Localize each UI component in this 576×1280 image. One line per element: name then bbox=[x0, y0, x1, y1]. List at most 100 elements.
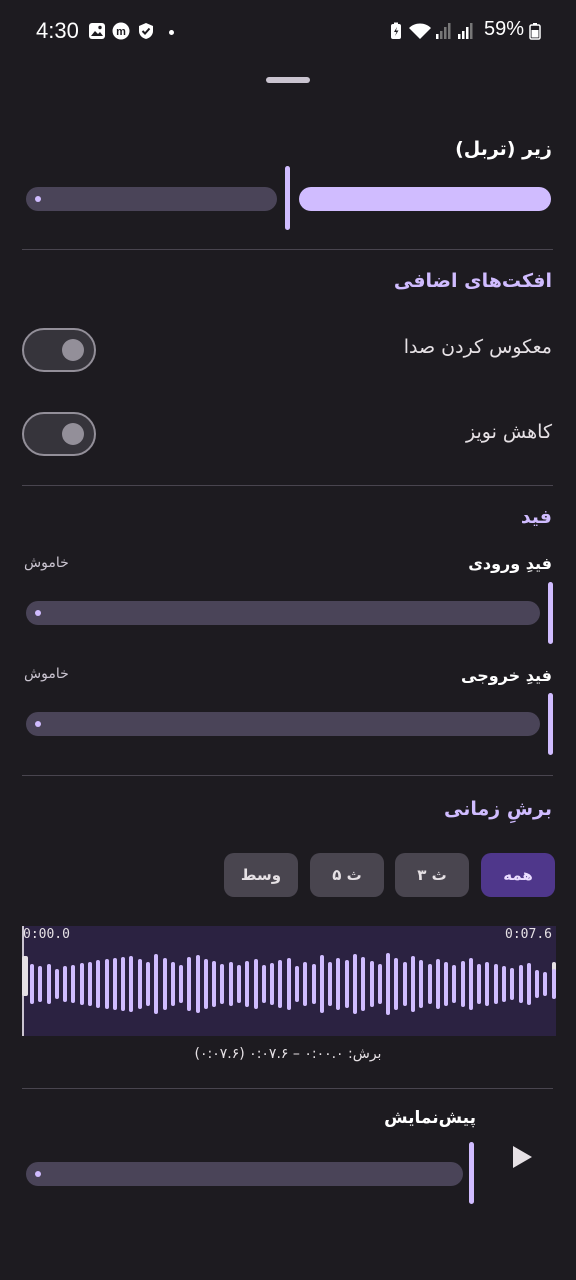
waveform-bar bbox=[220, 964, 225, 1004]
waveform-bar bbox=[361, 957, 366, 1011]
fade-out-stop-dot bbox=[35, 721, 41, 727]
waveform-bar bbox=[245, 961, 250, 1007]
fade-in-value: خاموش bbox=[24, 555, 69, 571]
waveform-bar bbox=[419, 960, 424, 1008]
treble-slider[interactable] bbox=[22, 166, 554, 230]
waveform-bar bbox=[518, 965, 523, 1003]
waveform-bar bbox=[526, 963, 531, 1005]
fade-in-track bbox=[26, 601, 540, 625]
divider bbox=[22, 485, 553, 486]
waveform-bar bbox=[179, 965, 184, 1003]
trim-start-handle[interactable] bbox=[22, 956, 28, 996]
waveform-bar bbox=[30, 964, 34, 1004]
divider bbox=[22, 249, 553, 250]
waveform-bar bbox=[79, 963, 84, 1005]
waveform-bar bbox=[551, 969, 556, 999]
fade-out-label: فیدِ خروجی bbox=[461, 666, 552, 685]
waveform-bar bbox=[278, 960, 283, 1008]
waveform-bar bbox=[228, 962, 233, 1006]
waveform-bar bbox=[295, 966, 299, 1002]
trim-chip-3s[interactable]: ۳ ث bbox=[395, 853, 469, 897]
waveform-bar bbox=[253, 959, 258, 1009]
waveform-bar bbox=[510, 968, 515, 1000]
trim-end-time: 0:07.6 bbox=[505, 927, 552, 942]
fade-in-thumb[interactable] bbox=[548, 582, 553, 644]
waveform[interactable] bbox=[22, 926, 556, 1036]
trim-title: برشِ زمانی bbox=[444, 798, 552, 820]
waveform-bar bbox=[319, 955, 324, 1013]
fade-out-thumb[interactable] bbox=[548, 693, 553, 755]
waveform-bar bbox=[543, 972, 548, 996]
waveform-bar bbox=[485, 962, 490, 1006]
trim-start-time: 0:00.0 bbox=[23, 927, 70, 942]
waveform-bar bbox=[311, 964, 316, 1004]
battery-icon bbox=[529, 23, 541, 40]
waveform-bar bbox=[493, 964, 498, 1004]
fade-in-stop-dot bbox=[35, 610, 41, 616]
fade-title: فید bbox=[520, 506, 552, 528]
waveform-bar bbox=[328, 962, 333, 1006]
reverse-switch[interactable] bbox=[22, 328, 96, 372]
signal-1-icon bbox=[436, 23, 451, 39]
battery-saver-icon bbox=[391, 22, 401, 39]
waveform-bar bbox=[87, 962, 92, 1006]
fade-in-slider[interactable] bbox=[22, 582, 554, 644]
waveform-bar bbox=[535, 970, 540, 998]
waveform-bar bbox=[402, 962, 407, 1006]
waveform-bar bbox=[212, 961, 217, 1007]
waveform-bar bbox=[344, 960, 349, 1008]
trim-chip-middle[interactable]: وسط bbox=[224, 853, 298, 897]
waveform-bar bbox=[427, 964, 432, 1004]
waveform-bar bbox=[71, 965, 76, 1003]
waveform-bar bbox=[104, 959, 109, 1009]
waveform-bar bbox=[129, 956, 134, 1012]
treble-slider-track bbox=[26, 187, 277, 211]
waveform-bar bbox=[145, 962, 150, 1006]
effects-title: افکت‌های اضافی bbox=[393, 270, 552, 292]
waveform-bar bbox=[460, 961, 465, 1007]
divider bbox=[22, 1088, 553, 1089]
waveform-bar bbox=[63, 966, 68, 1002]
waveform-bar bbox=[286, 958, 291, 1010]
sheet-drag-handle[interactable] bbox=[266, 77, 310, 83]
waveform-bar bbox=[477, 964, 482, 1004]
app-m-icon: m bbox=[112, 22, 130, 40]
fade-out-slider[interactable] bbox=[22, 693, 554, 755]
waveform-bar bbox=[154, 954, 159, 1014]
wifi-icon bbox=[409, 23, 431, 39]
waveform-bar bbox=[54, 969, 59, 999]
notification-dot-icon bbox=[169, 30, 174, 35]
play-icon[interactable] bbox=[510, 1144, 534, 1170]
divider bbox=[22, 775, 553, 776]
signal-2-icon bbox=[458, 23, 473, 39]
waveform-bar bbox=[203, 959, 208, 1009]
noise-reduction-switch[interactable] bbox=[22, 412, 96, 456]
treble-slider-thumb[interactable] bbox=[285, 166, 290, 230]
waveform-bar bbox=[187, 957, 192, 1011]
preview-thumb[interactable] bbox=[469, 1142, 474, 1204]
trim-chip-all[interactable]: همه bbox=[481, 853, 555, 897]
waveform-bar bbox=[352, 954, 357, 1014]
preview-track bbox=[26, 1162, 463, 1186]
trim-summary: برش: ۰:۰۰.۰ – ۰:۰۷.۶ (۰:۰۷.۶) bbox=[194, 1046, 382, 1062]
waveform-bar bbox=[468, 958, 473, 1010]
treble-slider-active bbox=[299, 187, 551, 211]
waveform-bar bbox=[237, 965, 242, 1003]
waveform-bar bbox=[444, 962, 449, 1006]
waveform-bar bbox=[394, 958, 399, 1010]
fade-out-value: خاموش bbox=[24, 666, 69, 682]
treble-slider-stop-dot bbox=[35, 196, 41, 202]
waveform-bar bbox=[96, 960, 101, 1008]
gallery-icon bbox=[89, 23, 105, 39]
reverse-label: معکوس کردن صدا bbox=[403, 336, 552, 358]
svg-text:m: m bbox=[116, 26, 126, 38]
battery-percent: 59% bbox=[483, 18, 524, 40]
waveform-bar bbox=[386, 953, 391, 1015]
preview-seek-slider[interactable] bbox=[22, 1142, 478, 1204]
waveform-bar bbox=[170, 962, 175, 1006]
waveform-bar bbox=[121, 957, 126, 1011]
waveform-bar bbox=[112, 958, 117, 1010]
status-time: 4:30 bbox=[36, 18, 79, 43]
trim-chip-5s[interactable]: ۵ ث bbox=[310, 853, 384, 897]
waveform-bar bbox=[502, 966, 507, 1002]
